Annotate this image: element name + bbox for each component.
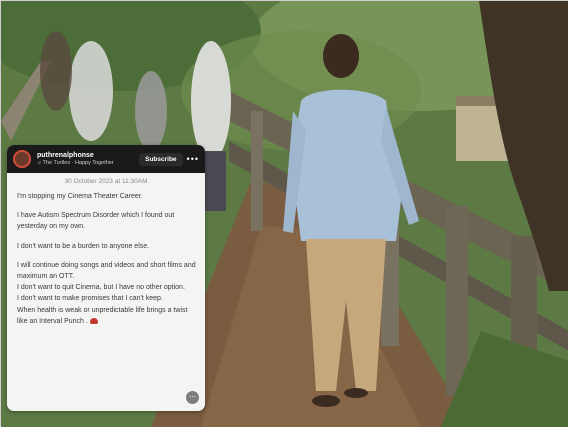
post-text: I'm stopping my Cinema Theater Career. I… xyxy=(7,185,205,327)
post-paragraph: I don't want to be a burden to anyone el… xyxy=(17,242,150,250)
post-paragraph: I don't want to quit Cinema, but I have … xyxy=(17,284,185,292)
post-timestamp: 30 October 2023 at 11:30AM xyxy=(64,178,148,185)
profile-avatar[interactable] xyxy=(13,150,31,168)
username[interactable]: puthrenalphonse xyxy=(37,152,139,159)
more-options-icon[interactable]: ••• xyxy=(187,154,199,164)
post-paragraph-last: When health is weak or unpredictable lif… xyxy=(17,305,197,327)
story-reaction-icon[interactable]: ⋯ xyxy=(186,391,199,404)
story-header: puthrenalphonse ♫ The Turtles · Happy To… xyxy=(7,145,205,173)
post-paragraph: I will continue doing songs and videos a… xyxy=(17,261,196,281)
post-paragraph-text: When health is weak or unpredictable lif… xyxy=(17,306,188,325)
account-info: puthrenalphonse ♫ The Turtles · Happy To… xyxy=(37,152,139,167)
boxing-glove-icon xyxy=(89,317,98,324)
post-paragraph: I'm stopping my Cinema Theater Career. xyxy=(17,193,143,200)
screenshot-frame: puthrenalphonse ♫ The Turtles · Happy To… xyxy=(0,0,568,427)
post-paragraph: I have Autism Spectrum Disorder which I … xyxy=(17,212,175,231)
song-attribution[interactable]: ♫ The Turtles · Happy Together xyxy=(37,160,139,167)
subscribe-button[interactable]: Subscribe xyxy=(139,152,183,166)
instagram-story-card: puthrenalphonse ♫ The Turtles · Happy To… xyxy=(7,145,205,411)
post-paragraph: I don't want to make promises that I can… xyxy=(17,295,163,303)
